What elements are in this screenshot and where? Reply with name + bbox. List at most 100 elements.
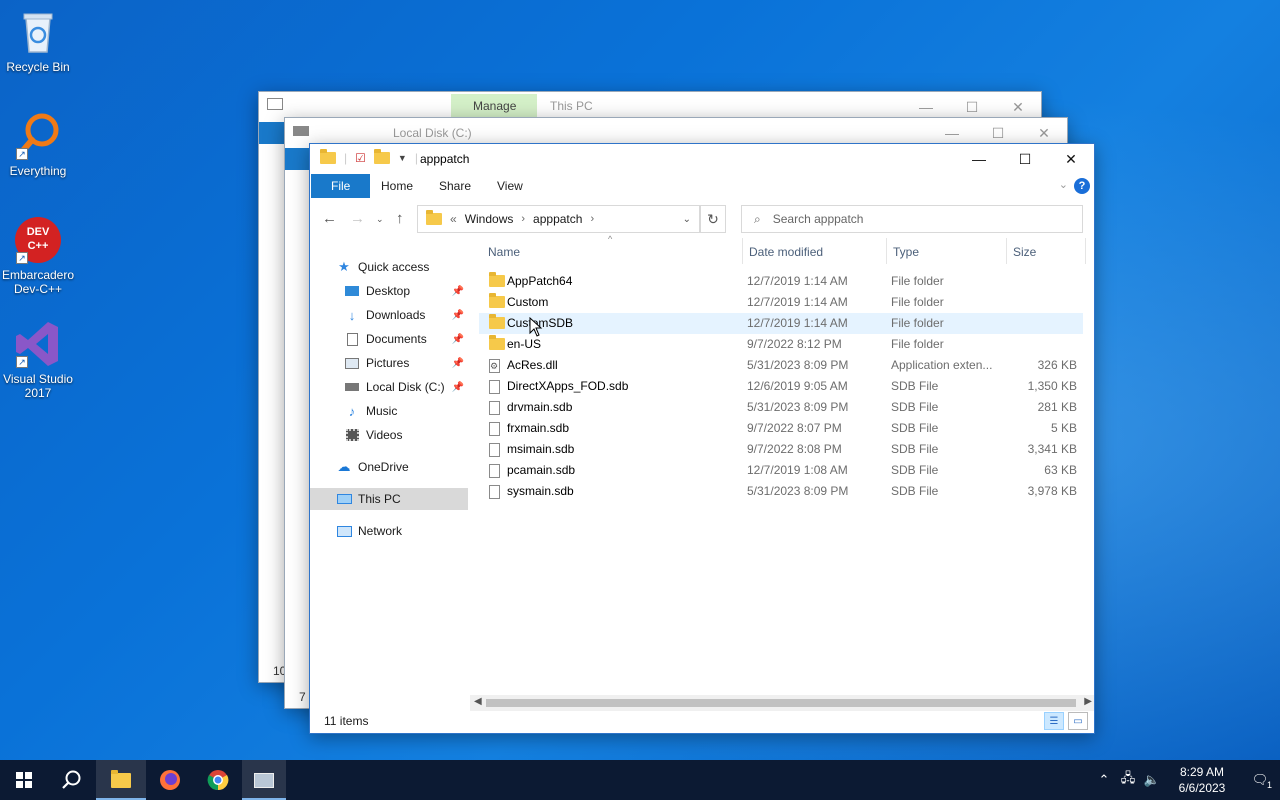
- column-divider[interactable]: [886, 238, 887, 264]
- expand-ribbon-icon[interactable]: ⌄: [1059, 178, 1068, 191]
- devcpp-logo-text: DEV C++: [26, 226, 50, 252]
- tab-home[interactable]: Home: [367, 174, 427, 198]
- file-row[interactable]: en-US 9/7/2022 8:12 PM File folder: [479, 334, 1083, 355]
- nav-item-quick-access[interactable]: ★ Quick access: [310, 256, 468, 278]
- file-row[interactable]: sysmain.sdb 5/31/2023 8:09 PM SDB File 3…: [479, 481, 1083, 502]
- desktop-icon-devcpp[interactable]: DEV C++ ↗ Embarcadero Dev-C++: [0, 216, 76, 296]
- everything-icon: ↗: [14, 112, 62, 160]
- desktop-icon-everything[interactable]: ↗ Everything: [0, 112, 76, 178]
- file-row[interactable]: CustomSDB 12/7/2019 1:14 AM File folder: [479, 313, 1083, 334]
- horizontal-scrollbar[interactable]: ◀ ▶: [470, 695, 1094, 711]
- search-input[interactable]: ⌕ Search apppatch: [741, 205, 1083, 233]
- chevron-right-icon[interactable]: ›: [590, 213, 594, 225]
- scroll-left-icon[interactable]: ◀: [474, 696, 482, 707]
- column-header-date[interactable]: Date modified: [749, 245, 823, 259]
- pin-icon[interactable]: 📌: [452, 382, 464, 393]
- clock[interactable]: 8:29 AM 6/6/2023: [1164, 764, 1240, 796]
- navigation-pane: ★ Quick access Desktop 📌 ↓ Downloads 📌 D…: [310, 236, 468, 706]
- recent-locations-button[interactable]: ⌄: [376, 214, 384, 225]
- scrollbar-thumb[interactable]: [486, 699, 1076, 707]
- file-row[interactable]: AcRes.dll 5/31/2023 8:09 PM Application …: [479, 355, 1083, 376]
- file-tab[interactable]: [259, 122, 285, 144]
- notifications-button[interactable]: 🗨 1: [1240, 772, 1280, 790]
- pin-icon[interactable]: 📌: [452, 310, 464, 321]
- column-header-type[interactable]: Type: [893, 245, 919, 259]
- nav-item-local-disk[interactable]: Local Disk (C:) 📌: [310, 376, 468, 398]
- volume-muted-icon[interactable]: 🔈: [1140, 772, 1164, 788]
- file-row[interactable]: DirectXApps_FOD.sdb 12/6/2019 9:05 AM SD…: [479, 376, 1083, 397]
- window-title: apppatch: [420, 152, 470, 166]
- minimize-button[interactable]: —: [956, 144, 1002, 174]
- nav-item-onedrive[interactable]: ☁ OneDrive: [310, 456, 468, 478]
- nav-item-videos[interactable]: Videos: [310, 424, 468, 446]
- search-button[interactable]: [48, 760, 96, 800]
- breadcrumb-overflow[interactable]: «: [450, 212, 457, 226]
- tab-share[interactable]: Share: [425, 174, 485, 198]
- nav-item-network[interactable]: Network: [310, 520, 468, 542]
- tab-file[interactable]: File: [311, 174, 371, 198]
- file-row[interactable]: frxmain.sdb 9/7/2022 8:07 PM SDB File 5 …: [479, 418, 1083, 439]
- file-type: SDB File: [891, 421, 939, 435]
- forward-button[interactable]: →: [350, 210, 365, 227]
- file-icon: [489, 401, 500, 415]
- column-header-size[interactable]: Size: [1013, 245, 1036, 259]
- file-row[interactable]: AppPatch64 12/7/2019 1:14 AM File folder: [479, 271, 1083, 292]
- folder-icon: [320, 149, 336, 164]
- details-view-button[interactable]: ☰: [1044, 712, 1064, 730]
- large-icons-view-button[interactable]: ▭: [1068, 712, 1088, 730]
- desktop-icon-visual-studio[interactable]: ↗ Visual Studio 2017: [0, 320, 76, 400]
- taskbar-chrome[interactable]: [194, 760, 242, 800]
- close-button[interactable]: ✕: [1048, 144, 1094, 174]
- file-type: File folder: [891, 274, 944, 288]
- column-divider[interactable]: [742, 238, 743, 264]
- properties-icon[interactable]: ☑: [355, 151, 366, 165]
- up-button[interactable]: ↑: [396, 210, 404, 227]
- chevron-up-icon[interactable]: ⌃: [1092, 772, 1116, 788]
- nav-item-desktop[interactable]: Desktop 📌: [310, 280, 468, 302]
- qat-dropdown-icon[interactable]: ▼: [398, 153, 407, 163]
- breadcrumb-apppatch[interactable]: apppatch: [533, 212, 582, 226]
- refresh-button[interactable]: ↻: [700, 205, 726, 233]
- desktop-icon-label: Recycle Bin: [6, 60, 70, 74]
- file-row[interactable]: pcamain.sdb 12/7/2019 1:08 AM SDB File 6…: [479, 460, 1083, 481]
- file-row[interactable]: Custom 12/7/2019 1:14 AM File folder: [479, 292, 1083, 313]
- taskbar-file-explorer[interactable]: [96, 760, 146, 800]
- column-divider[interactable]: [1085, 238, 1086, 264]
- nav-item-downloads[interactable]: ↓ Downloads 📌: [310, 304, 468, 326]
- pin-icon[interactable]: 📌: [452, 334, 464, 345]
- back-button[interactable]: ←: [322, 210, 337, 227]
- pin-icon[interactable]: 📌: [452, 286, 464, 297]
- column-header-name[interactable]: Name: [488, 245, 520, 259]
- address-dropdown-icon[interactable]: ⌄: [683, 214, 691, 225]
- nav-item-music[interactable]: ♪ Music: [310, 400, 468, 422]
- file-date: 12/7/2019 1:14 AM: [747, 274, 848, 288]
- taskbar-control-panel[interactable]: [242, 760, 286, 800]
- column-divider[interactable]: [1006, 238, 1007, 264]
- help-icon[interactable]: ?: [1074, 178, 1090, 194]
- file-tab[interactable]: [285, 148, 311, 170]
- taskbar-firefox[interactable]: [146, 760, 194, 800]
- maximize-button[interactable]: ☐: [1002, 144, 1048, 174]
- new-folder-icon[interactable]: [373, 149, 390, 164]
- breadcrumb-windows[interactable]: Windows: [465, 212, 514, 226]
- scroll-right-icon[interactable]: ▶: [1084, 696, 1092, 707]
- nav-item-documents[interactable]: Documents 📌: [310, 328, 468, 350]
- chevron-right-icon[interactable]: ›: [521, 213, 525, 225]
- nav-label: Desktop: [366, 284, 411, 298]
- search-icon: ⌕: [754, 211, 761, 226]
- tab-view[interactable]: View: [483, 174, 537, 198]
- address-bar[interactable]: « Windows › apppatch › ⌄: [417, 205, 700, 233]
- nav-item-pictures[interactable]: Pictures 📌: [310, 352, 468, 374]
- pin-icon[interactable]: 📌: [452, 358, 464, 369]
- start-button[interactable]: [0, 760, 48, 800]
- file-row[interactable]: drvmain.sdb 5/31/2023 8:09 PM SDB File 2…: [479, 397, 1083, 418]
- separator: |: [344, 151, 348, 165]
- file-type: SDB File: [891, 379, 939, 393]
- nav-item-this-pc[interactable]: This PC: [310, 488, 468, 510]
- desktop-icon-recycle-bin[interactable]: Recycle Bin: [0, 8, 76, 74]
- file-row[interactable]: msimain.sdb 9/7/2022 8:08 PM SDB File 3,…: [479, 439, 1083, 460]
- explorer-window-apppatch[interactable]: | ☑ ▼ | apppatch — ☐ ✕ File Home Share V…: [309, 143, 1095, 734]
- tab-manage[interactable]: Manage: [451, 94, 537, 118]
- title-bar[interactable]: | ☑ ▼ | apppatch — ☐ ✕: [310, 144, 1094, 174]
- network-status-icon[interactable]: 🖧: [1116, 769, 1140, 791]
